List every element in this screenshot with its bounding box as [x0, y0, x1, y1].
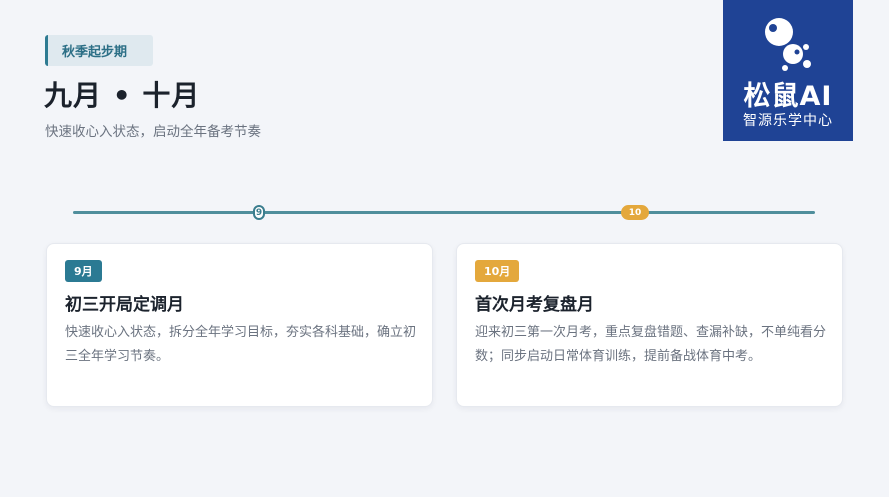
- timeline-marker-october: 10: [621, 205, 649, 220]
- squirrel-icon: [765, 18, 811, 71]
- logo-subtitle: 智源乐学中心: [743, 113, 833, 129]
- card-title: 初三开局定调月: [65, 295, 184, 315]
- brand-logo: 松鼠AI 智源乐学中心: [723, 0, 853, 141]
- period-tag: 秋季起步期: [45, 35, 153, 66]
- month-card-october: 10月 首次月考复盘月 迎来初三第一次月考，重点复盘错题、查漏补缺，不单纯看分数…: [456, 243, 843, 407]
- page-title: 九月 • 十月: [44, 79, 201, 112]
- timeline-bar: [73, 211, 815, 214]
- logo-brand-text: 松鼠AI: [743, 81, 833, 112]
- card-title: 首次月考复盘月: [475, 295, 594, 315]
- card-description: 迎来初三第一次月考，重点复盘错题、查漏补缺，不单纯看分数；同步启动日常体育训练，…: [475, 325, 827, 364]
- page-subtitle: 快速收心入状态，启动全年备考节奏: [45, 124, 261, 140]
- timeline-marker-september: 9: [253, 205, 265, 220]
- card-description: 快速收心入状态，拆分全年学习目标，夯实各科基础，确立初三全年学习节奏。: [65, 325, 417, 364]
- month-card-september: 9月 初三开局定调月 快速收心入状态，拆分全年学习目标，夯实各科基础，确立初三全…: [46, 243, 433, 407]
- month-badge: 10月: [475, 260, 520, 282]
- month-badge: 9月: [65, 260, 102, 282]
